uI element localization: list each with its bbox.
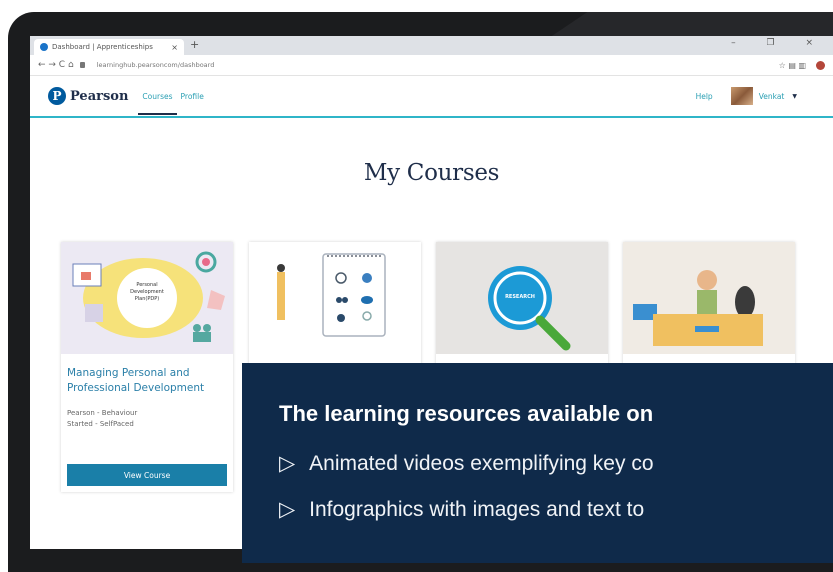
course-provider: Pearson - Behaviour xyxy=(67,409,138,417)
nav-courses[interactable]: Courses xyxy=(138,92,177,115)
bookmark-icon[interactable]: ☆ ▤ ▥ xyxy=(779,61,806,70)
view-course-button[interactable]: View Course xyxy=(67,464,227,486)
tab-title: Dashboard | Apprenticeships xyxy=(52,43,153,51)
info-overlay: The learning resources available on ▷ Ani… xyxy=(242,363,833,563)
course-image: RESEARCH xyxy=(436,242,608,354)
favicon-icon xyxy=(40,43,48,51)
course-card[interactable] xyxy=(249,242,421,372)
overlay-list-item: ▷ Infographics with images and text to xyxy=(279,497,644,522)
course-card[interactable] xyxy=(623,242,795,372)
profile-icon[interactable] xyxy=(816,60,825,70)
overlay-list-item: ▷ Animated videos exemplifying key co xyxy=(279,451,654,476)
course-meta: Pearson - Behaviour Started - SelfPaced xyxy=(67,408,233,430)
pearson-logo-icon[interactable]: P xyxy=(48,87,66,105)
course-image xyxy=(623,242,795,354)
help-link[interactable]: Help xyxy=(696,92,713,101)
user-name[interactable]: Venkat xyxy=(759,92,785,101)
site-header: P Pearson Courses Profile Help Venkat ▼ xyxy=(30,76,833,118)
overlay-item-text: Animated videos exemplifying key co xyxy=(309,452,654,475)
course-image-label: RESEARCH xyxy=(505,294,535,300)
address-bar: ← → C ⌂ learninghub.pearsoncom/dashboard… xyxy=(30,55,833,76)
header-right: Help Venkat ▼ xyxy=(696,87,797,105)
url-field[interactable]: learninghub.pearsoncom/dashboard xyxy=(97,61,215,69)
course-image: Personal Development Plan(PDP) xyxy=(61,242,233,354)
course-card[interactable]: RESEARCH xyxy=(436,242,608,372)
triangle-bullet-icon: ▷ xyxy=(279,498,296,521)
course-image xyxy=(249,242,421,354)
course-card[interactable]: Personal Development Plan(PDP) Managing … xyxy=(61,242,233,492)
overlay-title: The learning resources available on xyxy=(279,401,654,426)
window-controls[interactable]: – ❐ × xyxy=(731,38,827,48)
overlay-item-text: Infographics with images and text to xyxy=(309,498,645,521)
extension-icons: ☆ ▤ ▥ xyxy=(779,60,825,70)
page-title: My Courses xyxy=(363,160,500,186)
brand-name[interactable]: Pearson xyxy=(70,89,128,104)
close-tab-icon[interactable]: × xyxy=(171,43,178,52)
course-status: Started - SelfPaced xyxy=(67,420,134,428)
new-tab-button[interactable]: + xyxy=(190,38,199,51)
triangle-bullet-icon: ▷ xyxy=(279,452,296,475)
lock-icon xyxy=(79,62,85,68)
browser-tab[interactable]: Dashboard | Apprenticeships × xyxy=(34,39,184,55)
browser-nav-icons[interactable]: ← → C ⌂ xyxy=(38,60,74,70)
chevron-down-icon[interactable]: ▼ xyxy=(792,93,797,100)
course-title[interactable]: Managing Personal and Professional Devel… xyxy=(67,366,233,396)
course-image-label: Personal Development Plan(PDP) xyxy=(130,282,164,302)
nav-profile[interactable]: Profile xyxy=(181,92,204,101)
avatar[interactable] xyxy=(730,87,753,105)
tab-bar: Dashboard | Apprenticeships × + – ❐ × xyxy=(30,36,833,55)
